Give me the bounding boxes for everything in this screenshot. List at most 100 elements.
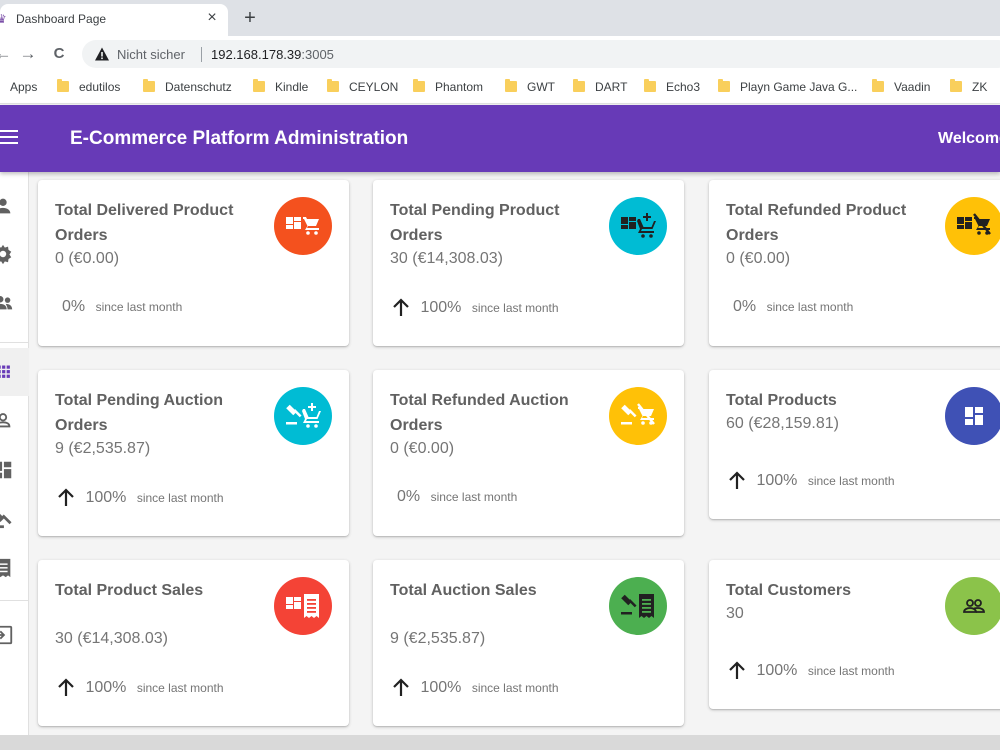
- folder-icon: [505, 79, 517, 92]
- bookmark-label: Phantom: [435, 80, 484, 94]
- bookmark-item[interactable]: DART: [573, 79, 627, 96]
- arrow-up-icon: [393, 678, 409, 696]
- sidebar-item-users[interactable]: [0, 291, 18, 317]
- stat-card-refunded-product-orders: Total Refunded Product Orders 0 (€0.00) …: [709, 180, 1000, 346]
- bookmark-label: Vaadin: [894, 80, 931, 94]
- card-title: Total Auction Sales: [390, 582, 537, 599]
- folder-icon: [413, 79, 425, 92]
- omnibox[interactable]: Nicht sicher 192.168.178.39:3005: [82, 40, 1000, 68]
- trend-percent: 100%: [756, 472, 798, 489]
- security-label[interactable]: Nicht sicher: [117, 47, 185, 62]
- bookmark-label: ZK: [972, 80, 988, 94]
- card-title: Total Pending Auction Orders: [55, 392, 223, 434]
- bookmark-item[interactable]: ZK: [950, 79, 988, 96]
- bookmark-item[interactable]: Vaadin: [872, 79, 931, 96]
- person-icon: [0, 198, 11, 214]
- browser-tab-strip: ♛ Dashboard Page × +: [0, 0, 1000, 36]
- trend-percent: 0%: [62, 298, 86, 315]
- trend-percent: 100%: [420, 679, 462, 696]
- grid-icon: [0, 365, 10, 378]
- card-trend: 100% since last month: [55, 678, 224, 698]
- card-trend: 100% since last month: [55, 488, 224, 508]
- sidebar-item-products[interactable]: [0, 459, 18, 485]
- trend-percent: 100%: [85, 679, 127, 696]
- url-text[interactable]: 192.168.178.39:3005: [211, 47, 334, 62]
- bookmark-item[interactable]: Kindle: [253, 79, 309, 96]
- bookmark-label: edutilos: [79, 80, 121, 94]
- bookmark-item[interactable]: Phantom: [413, 79, 484, 96]
- gavel-cart-off-icon: [621, 403, 655, 425]
- trend-label: since last month: [807, 474, 895, 488]
- sidebar-divider: [0, 342, 29, 343]
- gavel-receipt-icon: [621, 594, 654, 618]
- card-icon-circle: [609, 387, 667, 445]
- trend-percent: 100%: [420, 299, 462, 316]
- card-value: 9 (€2,535.87): [390, 630, 486, 647]
- trend-label: since last month: [807, 664, 895, 678]
- bookmark-item[interactable]: CEYLON: [327, 79, 398, 96]
- arrow-up-icon: [58, 488, 74, 506]
- dashboard-icon: [965, 407, 983, 425]
- tab-close-button[interactable]: ×: [203, 9, 221, 27]
- warning-icon[interactable]: [94, 46, 110, 62]
- sidebar-item-settings[interactable]: [0, 243, 18, 269]
- folder-icon: [950, 79, 962, 92]
- bookmark-label: Playn Game Java G...: [740, 80, 858, 94]
- trend-percent: 100%: [85, 489, 127, 506]
- arrow-up-icon: [58, 678, 74, 696]
- bookmark-item[interactable]: GWT: [505, 79, 555, 96]
- new-tab-button[interactable]: +: [238, 6, 262, 30]
- sidebar-item-orders[interactable]: [0, 557, 18, 583]
- receipt-icon: [0, 558, 11, 578]
- browser-tab[interactable]: ♛ Dashboard Page ×: [0, 4, 228, 36]
- trend-label: since last month: [95, 300, 183, 314]
- app-bar: E-Commerce Platform Administration Welco…: [0, 105, 1000, 172]
- card-value: 0 (€0.00): [55, 250, 120, 267]
- gavel-cart-add-icon: [286, 403, 321, 428]
- card-icon-circle: [945, 387, 1000, 445]
- sidebar-item-logout[interactable]: [0, 624, 18, 650]
- stat-card-product-sales: Total Product Sales 30 (€14,308.03) 100%…: [38, 560, 349, 726]
- card-icon-circle: [274, 387, 332, 445]
- forward-button[interactable]: →: [17, 43, 39, 65]
- url-host: 192.168.178.39: [211, 47, 302, 62]
- tab-title: Dashboard Page: [16, 12, 107, 26]
- bookmark-item[interactable]: Datenschutz: [143, 79, 232, 96]
- user-outline-icon: [0, 413, 11, 428]
- folder-icon: [57, 79, 69, 92]
- menu-icon[interactable]: [0, 130, 18, 146]
- stat-card-total-products: Total Products 60 (€28,159.81) 100% sinc…: [709, 370, 1000, 519]
- bookmark-label: Kindle: [275, 80, 309, 94]
- gear-icon: [0, 244, 12, 265]
- logout-icon: [0, 625, 13, 645]
- bookmark-item[interactable]: edutilos: [57, 79, 121, 96]
- sidebar-item-dashboard[interactable]: [0, 360, 18, 386]
- card-icon-circle: [274, 577, 332, 635]
- card-title: Total Customers: [726, 582, 852, 599]
- folder-icon: [872, 79, 884, 92]
- bookmark-apps[interactable]: Apps: [10, 80, 37, 96]
- sidebar-item-customers[interactable]: [0, 409, 18, 435]
- card-title: Total Refunded Product Orders: [726, 202, 907, 244]
- reload-button[interactable]: C: [48, 43, 70, 65]
- card-title: Total Refunded Auction Orders: [390, 392, 569, 434]
- address-bar-row: ← → C Nicht sicher 192.168.178.39:3005: [0, 36, 1000, 72]
- card-value: 30 (€14,308.03): [390, 250, 503, 267]
- back-button[interactable]: ←: [0, 43, 14, 65]
- product-receipt-icon: [286, 594, 319, 618]
- bookmark-item[interactable]: Echo3: [644, 79, 700, 96]
- sidebar-item-profile[interactable]: [0, 195, 18, 221]
- card-trend: 100% since last month: [726, 661, 895, 681]
- horizontal-scrollbar[interactable]: [0, 735, 1000, 750]
- card-value: 0 (€0.00): [390, 440, 455, 457]
- stat-card-pending-auction-orders: Total Pending Auction Orders 9 (€2,535.8…: [38, 370, 349, 536]
- folder-icon: [718, 79, 730, 92]
- arrow-up-icon: [393, 298, 409, 316]
- trend-percent: 100%: [756, 662, 798, 679]
- sidebar-divider: [0, 600, 29, 601]
- sidebar-item-auctions[interactable]: [0, 507, 18, 533]
- bookmark-item[interactable]: Playn Game Java G...: [718, 79, 858, 96]
- people-icon: [0, 296, 13, 310]
- product-cart-add-icon: [621, 213, 656, 238]
- gavel-icon: [0, 510, 12, 529]
